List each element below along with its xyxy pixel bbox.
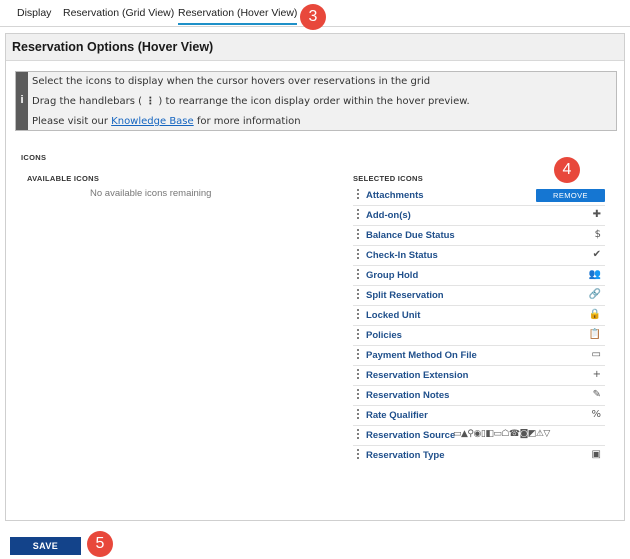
credit-card-icon: ▭ <box>591 349 601 360</box>
list-item[interactable]: Attachments REMOVE <box>353 186 605 206</box>
drag-handle-icon[interactable] <box>356 329 360 341</box>
remove-button[interactable]: REMOVE <box>536 189 605 202</box>
info-box: i Select the icons to display when the c… <box>15 71 617 131</box>
drag-handle-icon[interactable] <box>356 229 360 241</box>
available-icons-heading: AVAILABLE ICONS <box>27 174 100 183</box>
selected-icons-heading: SELECTED ICONS <box>353 174 424 183</box>
drag-handle-icon[interactable] <box>356 289 360 301</box>
plus-icon: + <box>592 369 601 380</box>
info-line-3: Please visit our Knowledge Base for more… <box>32 116 301 127</box>
no-available-icons-text: No available icons remaining <box>90 188 212 199</box>
pencil-icon: ✎ <box>592 389 601 400</box>
step-badge-3: 3 <box>300 4 326 30</box>
item-label: Reservation Extension <box>366 370 469 381</box>
list-item[interactable]: Add-on(s) ✚ <box>353 206 605 226</box>
step-badge-5: 5 <box>87 531 113 557</box>
item-label: Add-on(s) <box>366 210 411 221</box>
list-item[interactable]: Payment Method On File ▭ <box>353 346 605 366</box>
item-label: Reservation Notes <box>366 390 450 401</box>
dollar-icon: $ <box>594 229 601 240</box>
list-item[interactable]: Policies 📋 <box>353 326 605 346</box>
item-label: Balance Due Status <box>366 230 455 241</box>
list-item[interactable]: Reservation Notes ✎ <box>353 386 605 406</box>
drag-handle-icon[interactable] <box>356 209 360 221</box>
item-label: Reservation Type <box>366 450 445 461</box>
item-label: Payment Method On File <box>366 350 477 361</box>
puzzle-icon: ✚ <box>592 209 601 220</box>
list-item[interactable]: Locked Unit 🔒 <box>353 306 605 326</box>
drag-handle-icon[interactable] <box>356 349 360 361</box>
selected-icons-list: Attachments REMOVE Add-on(s) ✚ Balance D… <box>353 186 605 466</box>
item-label: Check-In Status <box>366 250 438 261</box>
handlebar-icon: ⋮ <box>145 96 156 107</box>
calendar-icon: ▣ <box>591 449 601 460</box>
clipboard-icon: 📋 <box>588 329 601 340</box>
info-line-2: Drag the handlebars ( ⋮ ) to rearrange t… <box>32 96 470 107</box>
tab-display[interactable]: Display <box>17 7 51 19</box>
tab-reservation-hover-view[interactable]: Reservation (Hover View) <box>178 7 298 25</box>
step-badge-4: 4 <box>554 157 580 183</box>
drag-handle-icon[interactable] <box>356 369 360 381</box>
tab-reservation-grid-view[interactable]: Reservation (Grid View) <box>63 7 174 19</box>
list-item[interactable]: Group Hold 👥 <box>353 266 605 286</box>
drag-handle-icon[interactable] <box>356 409 360 421</box>
group-icon: 👥 <box>588 269 601 280</box>
list-item[interactable]: Rate Qualifier % <box>353 406 605 426</box>
item-label: Locked Unit <box>366 310 421 321</box>
drag-handle-icon[interactable] <box>356 449 360 461</box>
panel-title: Reservation Options (Hover View) <box>6 34 624 61</box>
info-line-1: Select the icons to display when the cur… <box>32 76 431 87</box>
list-item[interactable]: Reservation Extension + <box>353 366 605 386</box>
drag-handle-icon[interactable] <box>356 189 360 201</box>
drag-handle-icon[interactable] <box>356 429 360 441</box>
list-item[interactable]: Check-In Status ✔ <box>353 246 605 266</box>
list-item[interactable]: Reservation Source ▭▲⚲◉▯◧▭☖☎◙◩⚠▽ <box>353 426 605 446</box>
drag-handle-icon[interactable] <box>356 249 360 261</box>
save-button[interactable]: SAVE <box>10 537 81 555</box>
item-label: Attachments <box>366 190 424 201</box>
lock-icon: 🔒 <box>588 309 601 320</box>
info-icon: i <box>16 72 28 130</box>
reservation-options-panel: Reservation Options (Hover View) i Selec… <box>5 33 625 521</box>
reservation-source-icons: ▭▲⚲◉▯◧▭☖☎◙◩⚠▽ <box>453 429 550 439</box>
drag-handle-icon[interactable] <box>356 309 360 321</box>
drag-handle-icon[interactable] <box>356 389 360 401</box>
item-label: Rate Qualifier <box>366 410 428 421</box>
item-label: Group Hold <box>366 270 419 281</box>
check-circle-icon: ✔ <box>592 249 601 260</box>
knowledge-base-link[interactable]: Knowledge Base <box>111 116 194 127</box>
drag-handle-icon[interactable] <box>356 269 360 281</box>
percent-icon: % <box>591 409 601 420</box>
item-label: Policies <box>366 330 402 341</box>
list-item[interactable]: Reservation Type ▣ <box>353 446 605 466</box>
icons-heading: ICONS <box>21 153 47 162</box>
item-label: Reservation Source <box>366 430 456 441</box>
item-label: Split Reservation <box>366 290 444 301</box>
link-icon: 🔗 <box>588 289 601 300</box>
list-item[interactable]: Balance Due Status $ <box>353 226 605 246</box>
list-item[interactable]: Split Reservation 🔗 <box>353 286 605 306</box>
